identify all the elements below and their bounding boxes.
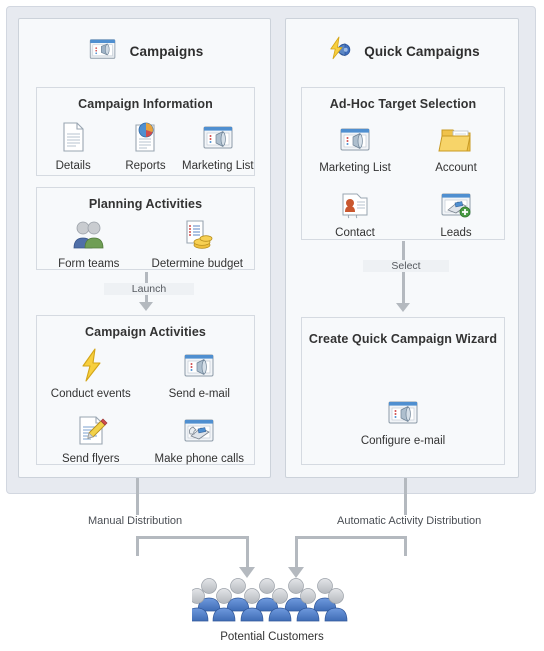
send-email-icon xyxy=(179,345,219,385)
configure-email-icon xyxy=(383,392,423,432)
contact-card-icon xyxy=(335,184,375,224)
group-campaign-activities: Campaign Activities Conduct events Send … xyxy=(36,315,255,465)
item-make-phone-calls-label: Make phone calls xyxy=(154,453,245,465)
leads-phone-icon xyxy=(436,184,476,224)
item-make-phone-calls[interactable]: Make phone calls xyxy=(146,410,252,465)
item-marketing-list-label: Marketing List xyxy=(182,160,254,172)
phone-window-icon xyxy=(179,410,219,450)
group-create-quick-campaign-wizard-title: Create Quick Campaign Wizard xyxy=(308,332,498,346)
item-leads[interactable]: Leads xyxy=(411,184,501,239)
automatic-distribution-line-down xyxy=(295,536,298,569)
panel-quick-campaigns: Quick Campaigns Ad-Hoc Target Selection xyxy=(285,18,519,478)
item-configure-email[interactable]: Configure e-mail xyxy=(343,392,463,447)
item-send-flyers[interactable]: Send flyers xyxy=(39,410,143,465)
group-create-quick-campaign-wizard: Create Quick Campaign Wizard Configure e… xyxy=(301,317,505,465)
document-icon xyxy=(53,117,93,157)
group-of-people-icon xyxy=(185,575,352,623)
manual-distribution-line-mid xyxy=(136,536,139,556)
diagram-root: Campaigns Campaign Information Details R… xyxy=(0,0,544,651)
item-send-email[interactable]: Send e-mail xyxy=(146,345,252,400)
group-ad-hoc-target-selection: Ad-Hoc Target Selection Marketing List A… xyxy=(301,87,505,240)
panel-quick-campaigns-title: Quick Campaigns xyxy=(364,43,480,59)
automatic-distribution-line-mid xyxy=(404,536,407,556)
item-send-flyers-label: Send flyers xyxy=(61,453,120,465)
group-campaign-information-title: Campaign Information xyxy=(78,97,213,111)
item-conduct-events[interactable]: Conduct events xyxy=(39,345,143,400)
folder-icon xyxy=(436,119,476,159)
group-campaign-information: Campaign Information Details Reports Mar… xyxy=(36,87,255,176)
panel-campaigns-title: Campaigns xyxy=(129,43,204,59)
manual-distribution-line-down xyxy=(246,536,249,569)
manual-distribution-line-top xyxy=(136,478,139,515)
panel-quick-campaigns-header: Quick Campaigns xyxy=(286,31,518,71)
item-account-label: Account xyxy=(435,162,477,174)
item-form-teams-label: Form teams xyxy=(58,258,120,270)
budget-coins-icon xyxy=(177,215,217,255)
item-leads-label: Leads xyxy=(440,227,472,239)
item-marketing-list[interactable]: Marketing List xyxy=(182,117,254,172)
item-configure-email-label: Configure e-mail xyxy=(360,435,446,447)
item-adhoc-marketing-list-label: Marketing List xyxy=(319,162,391,174)
item-reports[interactable]: Reports xyxy=(109,117,181,172)
item-adhoc-marketing-list[interactable]: Marketing List xyxy=(305,119,405,174)
item-determine-budget-label: Determine budget xyxy=(151,258,243,270)
connector-select-label: Select xyxy=(363,260,449,272)
item-details[interactable]: Details xyxy=(37,117,109,172)
marketing-list-icon xyxy=(198,117,238,157)
panel-campaigns-header: Campaigns xyxy=(19,31,270,71)
campaign-window-icon xyxy=(86,32,120,71)
flyer-pencil-icon xyxy=(71,410,111,450)
two-people-icon xyxy=(69,215,109,255)
connector-launch-label: Launch xyxy=(104,283,194,295)
automatic-distribution-label: Automatic Activity Distribution xyxy=(337,515,482,527)
group-campaign-activities-title: Campaign Activities xyxy=(85,325,206,339)
item-contact[interactable]: Contact xyxy=(305,184,405,239)
item-form-teams[interactable]: Form teams xyxy=(39,215,139,270)
group-planning-activities: Planning Activities Form teams Determine… xyxy=(36,187,255,270)
item-account[interactable]: Account xyxy=(411,119,501,174)
report-chart-icon xyxy=(125,117,165,157)
item-contact-label: Contact xyxy=(335,227,375,239)
connector-select xyxy=(383,241,423,313)
lightning-megaphone-icon xyxy=(324,34,354,69)
customers-caption: Potential Customers xyxy=(220,631,324,643)
item-determine-budget[interactable]: Determine budget xyxy=(142,215,252,270)
panel-campaigns: Campaigns Campaign Information Details R… xyxy=(18,18,271,478)
marketing-list-icon xyxy=(335,119,375,159)
manual-distribution-label: Manual Distribution xyxy=(88,515,183,527)
manual-distribution-line-horizontal xyxy=(136,536,249,539)
automatic-distribution-line-top xyxy=(404,478,407,515)
lightning-bolt-icon xyxy=(71,345,111,385)
item-details-label: Details xyxy=(55,160,91,172)
automatic-distribution-line-horizontal xyxy=(295,536,407,539)
group-ad-hoc-target-selection-title: Ad-Hoc Target Selection xyxy=(329,97,477,111)
group-planning-activities-title: Planning Activities xyxy=(88,197,203,211)
item-reports-label: Reports xyxy=(125,160,166,172)
item-conduct-events-label: Conduct events xyxy=(50,388,131,400)
item-send-email-label: Send e-mail xyxy=(168,388,230,400)
